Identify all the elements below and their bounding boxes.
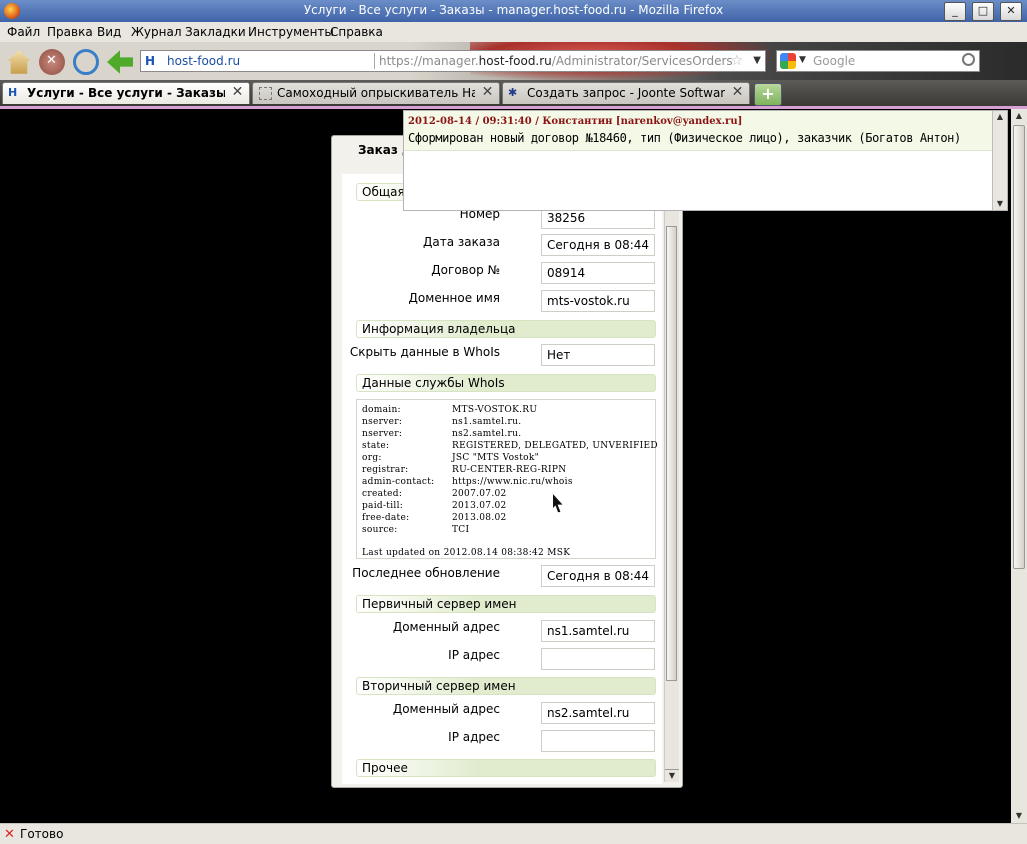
- tab-label: Услуги - Все услуги - Заказы - m...: [27, 86, 225, 100]
- whois-row: domain: MTS-VOSTOK.RU: [362, 405, 538, 415]
- hide-whois-label: Скрыть данные в WhoIs: [349, 345, 500, 359]
- whois-output: domain: MTS-VOSTOK.RU nserver: ns1.samtel.…: [356, 399, 658, 559]
- order-date-field[interactable]: Сегодня в 08:44: [541, 234, 655, 256]
- bookmark-star-icon[interactable]: ☆: [730, 53, 743, 69]
- notification-meta: 2012-08-14 / 09:31:40 / Константин [nare…: [408, 116, 743, 127]
- notification-scroll-down-icon[interactable]: ▼: [993, 198, 1007, 210]
- whois-row: registrar: RU-CENTER-REG-RIPN: [362, 465, 567, 475]
- whois-row: org: JSC "MTS Vostok": [362, 453, 540, 463]
- whois-last-updated: Last updated on 2012.08.14 08:38:42 MSK: [362, 548, 571, 558]
- order-date-label: Дата заказа: [423, 235, 500, 249]
- notification-entry: 2012-08-14 / 09:31:40 / Константин [nare…: [404, 111, 995, 151]
- menu-edit[interactable]: Правка: [47, 25, 93, 39]
- notification-popup: 2012-08-14 / 09:31:40 / Константин [nare…: [403, 110, 1008, 211]
- home-icon[interactable]: [7, 50, 31, 74]
- last-update-field[interactable]: Сегодня в 08:44: [541, 565, 655, 587]
- domain-name-field[interactable]: mts-vostok.ru: [541, 290, 655, 312]
- url-bar[interactable]: H host-food.ru https://manager.host-food…: [140, 50, 766, 72]
- menu-help[interactable]: Справка: [330, 25, 383, 39]
- close-tab-icon[interactable]: ✕: [730, 85, 745, 100]
- window-title: Услуги - Все услуги - Заказы - manager.h…: [303, 3, 724, 17]
- page-scrollbar-thumb[interactable]: [1013, 125, 1025, 569]
- ns2-domain-field[interactable]: ns2.samtel.ru: [541, 702, 655, 724]
- search-bar[interactable]: ▼ Google: [776, 50, 980, 72]
- maximize-button[interactable]: □: [972, 2, 994, 21]
- google-icon[interactable]: [780, 53, 796, 69]
- order-form: Общая ин Номер 38256 Дата заказа Сегодня…: [342, 174, 662, 784]
- back-icon[interactable]: [107, 50, 133, 74]
- page-scrollbar[interactable]: ▲ ▼: [1011, 109, 1027, 823]
- hide-whois-field[interactable]: Нет: [541, 344, 655, 366]
- whois-row: state: REGISTERED, DELEGATED, UNVERIFIED: [362, 441, 658, 451]
- order-dialog: Заказ д Общая ин Номер 38256 Дата заказа…: [331, 135, 683, 788]
- tab-hardi-sprayer[interactable]: Самоходный опрыскиватель Hardi 35... ✕: [252, 82, 500, 104]
- search-input[interactable]: Google: [813, 54, 855, 68]
- menu-bookmarks[interactable]: Закладки: [185, 25, 246, 39]
- status-text: Готово: [20, 827, 64, 841]
- new-tab-button[interactable]: +: [754, 83, 782, 106]
- ns1-domain-field[interactable]: ns1.samtel.ru: [541, 620, 655, 642]
- section-whois-data: Данные службы WhoIs: [356, 374, 656, 392]
- dialog-scrollbar-thumb[interactable]: [666, 226, 677, 681]
- scroll-down-icon[interactable]: ▼: [1011, 809, 1027, 823]
- ns1-domain-label: Доменный адрес: [392, 620, 500, 634]
- section-primary-ns: Первичный сервер имен: [356, 595, 656, 613]
- last-update-label: Последнее обновление: [352, 566, 500, 580]
- tab-jira-create-issue[interactable]: ✱ Создать запрос - Joonte Software | JIR…: [502, 82, 750, 104]
- scroll-up-icon[interactable]: ▲: [1011, 109, 1027, 123]
- dialog-scroll-down-icon[interactable]: ▼: [665, 769, 679, 782]
- ns1-ip-field[interactable]: [541, 648, 655, 670]
- menu-tools[interactable]: Инструменты: [248, 25, 334, 39]
- tab-label: Самоходный опрыскиватель Hardi 35...: [277, 86, 475, 100]
- section-other: Прочее: [356, 759, 656, 777]
- minimize-button[interactable]: _: [944, 2, 966, 21]
- close-tab-icon[interactable]: ✕: [230, 85, 245, 100]
- contract-label: Договор №: [431, 263, 500, 277]
- whois-row: paid-till: 2013.07.02: [362, 501, 507, 511]
- notification-scroll-up-icon[interactable]: ▲: [993, 111, 1007, 123]
- menu-view[interactable]: Вид: [97, 25, 121, 39]
- tab-strip: H Услуги - Все услуги - Заказы - m... ✕ …: [0, 80, 1027, 106]
- ns2-domain-label: Доменный адрес: [392, 702, 500, 716]
- domain-name-label: Доменное имя: [408, 291, 500, 305]
- url-dropdown-icon[interactable]: ▼: [753, 55, 761, 66]
- url-text[interactable]: https://manager.host-food.ru/Administrat…: [379, 54, 733, 68]
- search-engine-dropdown-icon[interactable]: ▼: [799, 55, 806, 65]
- whois-row: admin-contact: https://www.nic.ru/whois: [362, 477, 573, 487]
- stop-icon[interactable]: [39, 49, 65, 75]
- whois-row: created: 2007.07.02: [362, 489, 507, 499]
- menu-bar: Файл Правка Вид Журнал Закладки Инструме…: [0, 22, 1027, 42]
- whois-row: nserver: ns2.samtel.ru.: [362, 429, 522, 439]
- ns1-ip-label: IP адрес: [448, 648, 500, 662]
- menu-file[interactable]: Файл: [7, 25, 40, 39]
- close-window-button[interactable]: ✕: [1000, 2, 1022, 21]
- ns2-ip-field[interactable]: [541, 730, 655, 752]
- search-icon[interactable]: [962, 53, 975, 66]
- blank-page-favicon-icon: [259, 87, 272, 100]
- section-owner-info: Информация владельца: [356, 320, 656, 338]
- jira-favicon-icon: ✱: [508, 86, 518, 99]
- site-identity-label[interactable]: host-food.ru: [167, 54, 240, 68]
- section-secondary-ns: Вторичный сервер имен: [356, 677, 656, 695]
- whois-row: free-date: 2013.08.02: [362, 513, 507, 523]
- close-tab-icon[interactable]: ✕: [480, 85, 495, 100]
- notification-scrollbar[interactable]: ▲ ▼: [992, 111, 1007, 210]
- whois-row: source: TCI: [362, 525, 470, 535]
- notification-message: Сформирован новый договор №18460, тип (Ф…: [408, 131, 961, 145]
- title-bar: Услуги - Все услуги - Заказы - manager.h…: [0, 0, 1027, 22]
- ns2-ip-label: IP адрес: [448, 730, 500, 744]
- tab-label: Создать запрос - Joonte Software | JIRA: [527, 86, 725, 100]
- error-x-icon: ✕: [4, 827, 15, 842]
- tab-services-orders[interactable]: H Услуги - Все услуги - Заказы - m... ✕: [2, 82, 250, 104]
- host-food-favicon-icon: H: [8, 86, 18, 99]
- status-bar: ✕ Готово: [0, 823, 1027, 844]
- contract-field[interactable]: 08914: [541, 262, 655, 284]
- site-identity-icon[interactable]: H: [145, 54, 161, 68]
- dialog-scrollbar[interactable]: ▼: [664, 174, 679, 782]
- reload-icon[interactable]: [73, 49, 99, 75]
- menu-history[interactable]: Журнал: [131, 25, 182, 39]
- whois-row: nserver: ns1.samtel.ru.: [362, 417, 522, 427]
